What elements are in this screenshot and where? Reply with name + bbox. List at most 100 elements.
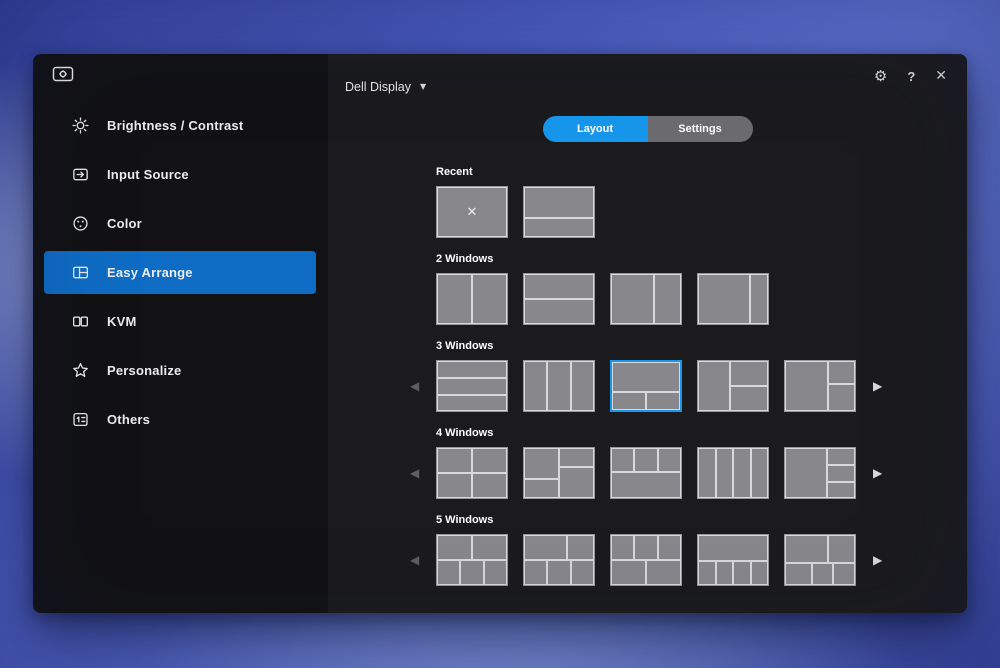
section-3-windows: 3 Windows◀▶ <box>436 340 856 412</box>
tile-cell <box>568 536 593 559</box>
tile-cell <box>525 300 593 323</box>
sidebar-item-label: Easy Arrange <box>107 265 193 280</box>
layout-tile[interactable] <box>523 534 595 586</box>
tile-cell <box>525 480 558 497</box>
layout-tile[interactable] <box>436 534 508 586</box>
tile-row: ✕ <box>436 186 856 238</box>
layout-tile[interactable] <box>784 360 856 412</box>
layout-tile[interactable] <box>784 534 856 586</box>
tile-cell <box>473 474 506 497</box>
tile-cell <box>525 188 593 217</box>
sidebar-item-easy-arrange[interactable]: Easy Arrange <box>44 251 316 294</box>
desktop-background: Brightness / Contrast Input Source Color Ea… <box>0 0 1000 668</box>
app-window: Brightness / Contrast Input Source Color Ea… <box>33 54 967 613</box>
tile-cell <box>834 564 854 585</box>
layout-tile[interactable] <box>523 360 595 412</box>
section-label: Recent <box>436 166 856 179</box>
kvm-icon <box>70 312 90 332</box>
section-label: 4 Windows <box>436 427 856 440</box>
sidebar-item-color[interactable]: Color <box>44 202 316 245</box>
tile-cell <box>731 387 768 410</box>
tile-cell <box>829 362 854 383</box>
app-logo-icon <box>52 66 74 84</box>
brightness-icon <box>70 116 90 136</box>
close-icon[interactable]: ✕ <box>935 69 947 83</box>
tile-cell <box>438 561 459 584</box>
tile-cell <box>612 449 633 471</box>
layout-tile[interactable] <box>610 360 682 412</box>
carousel-next-icon[interactable]: ▶ <box>873 380 882 392</box>
sidebar-item-personalize[interactable]: Personalize <box>44 349 316 392</box>
carousel-prev-icon[interactable]: ◀ <box>410 380 419 392</box>
carousel-next-icon[interactable]: ▶ <box>873 554 882 566</box>
tile-cell <box>635 536 657 559</box>
layout-tile[interactable] <box>784 447 856 499</box>
layout-tile[interactable] <box>523 447 595 499</box>
sidebar-item-input-source[interactable]: Input Source <box>44 153 316 196</box>
layout-tile[interactable]: ✕ <box>436 186 508 238</box>
tile-cell <box>717 449 733 497</box>
layout-tile[interactable] <box>697 447 769 499</box>
layout-settings-toggle: Layout Settings <box>543 116 753 142</box>
layout-tile[interactable] <box>436 273 508 325</box>
sidebar-item-label: Color <box>107 216 142 231</box>
tile-cell <box>548 561 570 584</box>
tile-cell <box>828 449 854 464</box>
tile-cell <box>647 561 680 584</box>
layout-tile[interactable] <box>610 534 682 586</box>
tile-cell <box>473 449 506 472</box>
tile-cell <box>525 362 546 410</box>
tile-cell <box>699 362 729 410</box>
carousel-prev-icon[interactable]: ◀ <box>410 554 419 566</box>
sidebar-menu: Brightness / Contrast Input Source Color Ea… <box>33 104 328 447</box>
settings-gear-icon[interactable]: ⚙ <box>874 69 887 84</box>
help-icon[interactable]: ? <box>907 70 915 83</box>
layout-tile[interactable] <box>697 534 769 586</box>
tile-row: ◀▶ <box>436 534 856 586</box>
layout-tile[interactable] <box>436 447 508 499</box>
sidebar-item-brightness-contrast[interactable]: Brightness / Contrast <box>44 104 316 147</box>
tile-row: ◀▶ <box>436 447 856 499</box>
sidebar-item-label: KVM <box>107 314 137 329</box>
tile-cell <box>786 449 826 497</box>
tile-cell <box>752 562 768 584</box>
tile-row <box>436 273 856 325</box>
tile-cell <box>438 362 506 377</box>
display-selector-label: Dell Display <box>345 80 411 94</box>
tile-cell <box>699 449 715 497</box>
tile-cell <box>786 564 811 585</box>
tile-cell <box>485 561 506 584</box>
carousel-next-icon[interactable]: ▶ <box>873 467 882 479</box>
layout-sections: Recent ✕ 2 Windows 3 Windows◀▶ 4 Windows ◀▶ 5 … <box>436 166 856 601</box>
tile-cell <box>572 561 593 584</box>
layout-tile[interactable] <box>610 273 682 325</box>
carousel-prev-icon[interactable]: ◀ <box>410 467 419 479</box>
tile-cell <box>613 393 645 409</box>
tile-cell <box>612 561 645 584</box>
tab-settings[interactable]: Settings <box>648 116 753 142</box>
tab-layout[interactable]: Layout <box>543 116 648 142</box>
sidebar-item-kvm[interactable]: KVM <box>44 300 316 343</box>
section-recent: Recent ✕ <box>436 166 856 238</box>
tile-cell <box>612 536 633 559</box>
main-content: Dell Display ▼ ⚙ ? ✕ Layout Settings Rec… <box>328 54 967 613</box>
section-label: 2 Windows <box>436 253 856 266</box>
layout-tile[interactable] <box>610 447 682 499</box>
display-selector-dropdown[interactable]: Dell Display ▼ <box>345 80 426 94</box>
tile-cell <box>473 536 506 559</box>
layout-tile[interactable] <box>523 273 595 325</box>
section-2-windows: 2 Windows <box>436 253 856 325</box>
layout-tile[interactable] <box>697 273 769 325</box>
layout-tile[interactable] <box>523 186 595 238</box>
tile-cell <box>438 275 471 323</box>
others-icon <box>70 410 90 430</box>
tile-cell <box>635 449 657 471</box>
layout-tile[interactable] <box>436 360 508 412</box>
layout-tile[interactable] <box>697 360 769 412</box>
sidebar-item-others[interactable]: Others <box>44 398 316 441</box>
tile-row: ◀▶ <box>436 360 856 412</box>
tile-cell <box>572 362 593 410</box>
tile-cell <box>525 219 593 236</box>
section-label: 5 Windows <box>436 514 856 527</box>
tile-cell <box>734 562 750 584</box>
